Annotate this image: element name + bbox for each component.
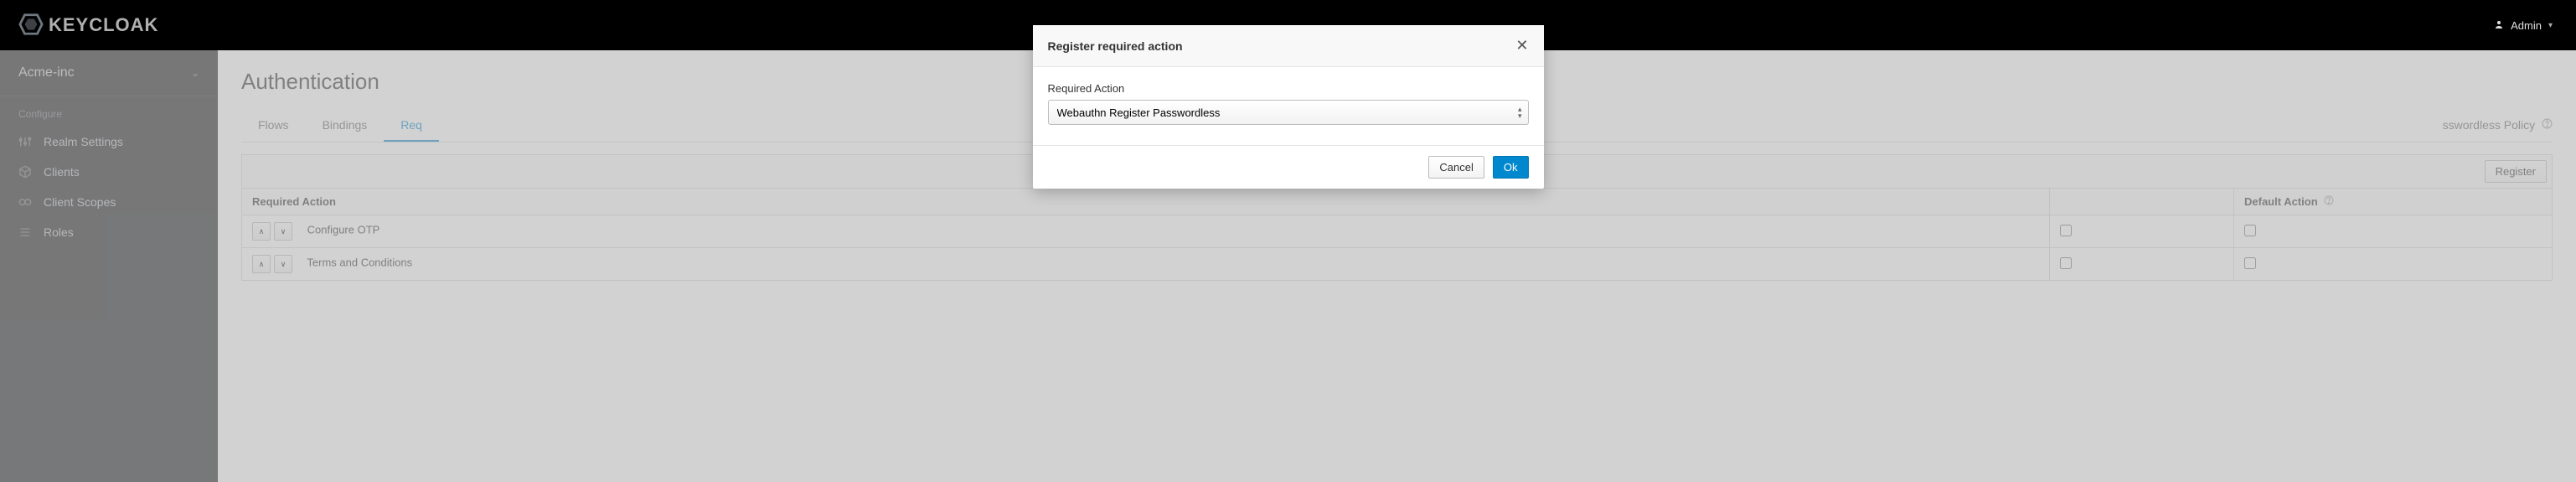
user-menu[interactable]: Admin ▾ bbox=[2494, 19, 2553, 32]
modal-title: Register required action bbox=[1048, 39, 1183, 53]
brand-text: KEYCLOAK bbox=[49, 14, 158, 36]
user-label: Admin bbox=[2511, 19, 2542, 32]
ok-button[interactable]: Ok bbox=[1493, 156, 1529, 179]
close-icon[interactable]: ✕ bbox=[1515, 37, 1528, 54]
chevron-down-icon: ▾ bbox=[2548, 21, 2553, 30]
required-action-select[interactable]: Webauthn Register Passwordless bbox=[1048, 100, 1529, 125]
keycloak-icon bbox=[18, 12, 44, 39]
user-icon bbox=[2494, 19, 2504, 32]
cancel-button[interactable]: Cancel bbox=[1428, 156, 1484, 179]
register-required-action-modal: Register required action ✕ Required Acti… bbox=[1033, 25, 1544, 189]
required-action-label: Required Action bbox=[1048, 82, 1529, 95]
brand-logo[interactable]: KEYCLOAK bbox=[18, 12, 158, 39]
